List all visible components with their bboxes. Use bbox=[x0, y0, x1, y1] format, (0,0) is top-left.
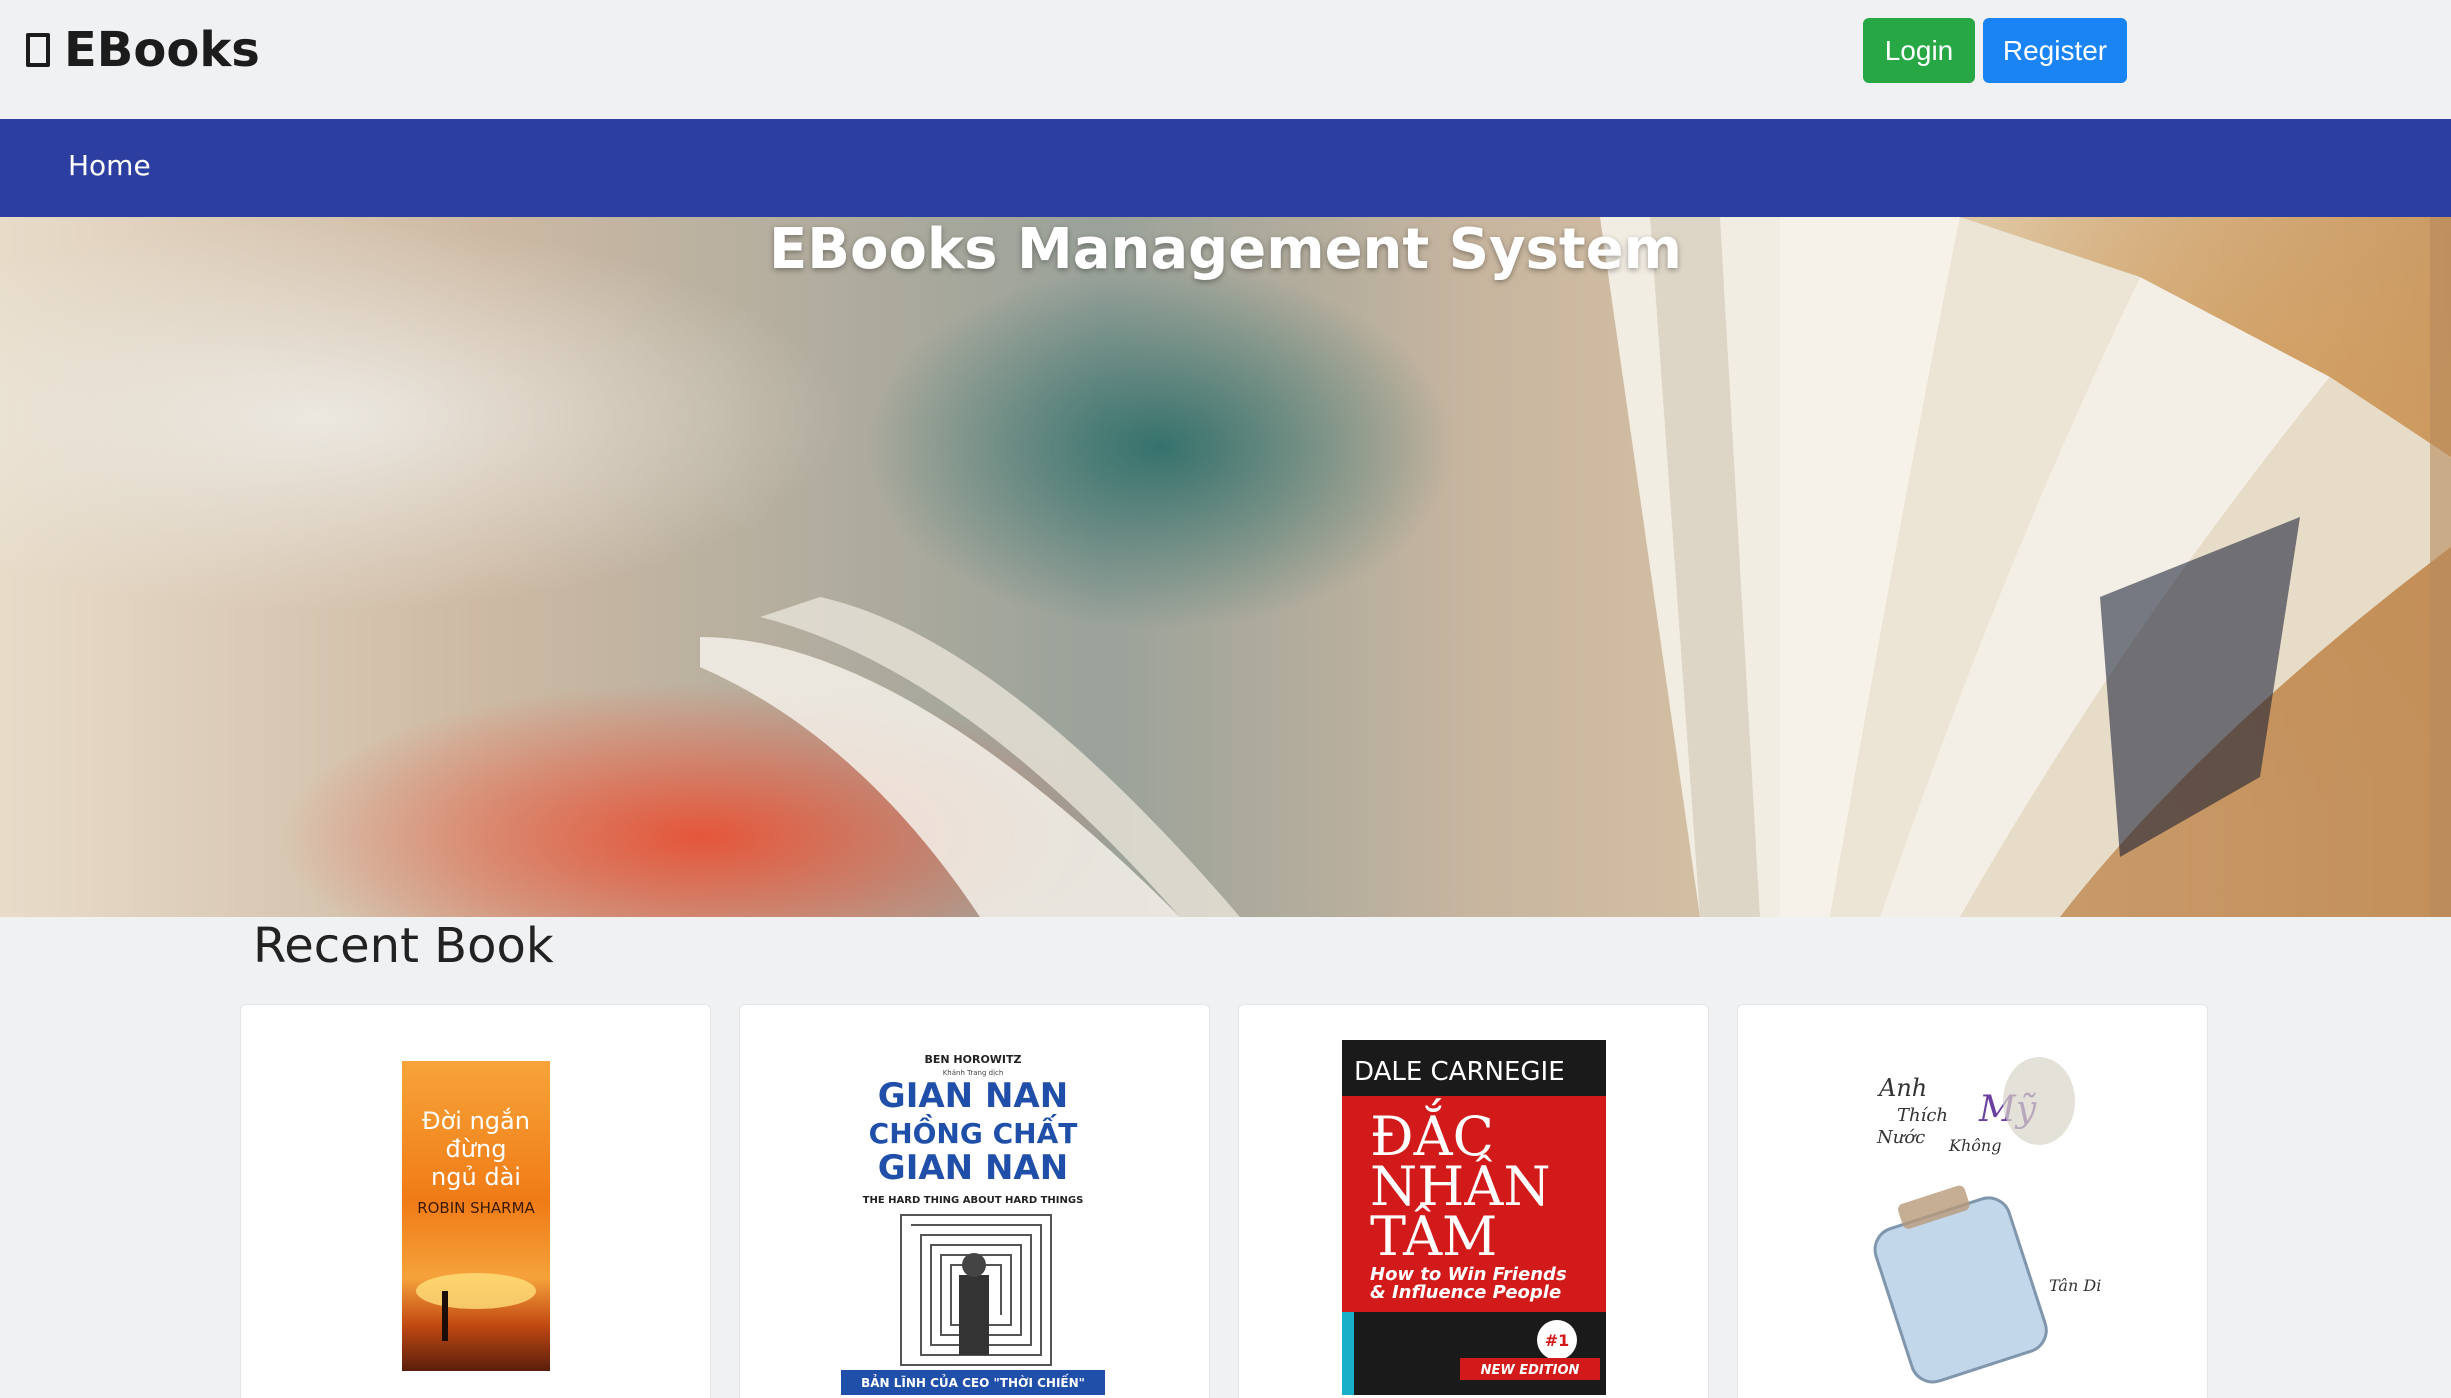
svg-text:GIAN NAN: GIAN NAN bbox=[878, 1076, 1068, 1116]
svg-text:Không: Không bbox=[1948, 1136, 2001, 1155]
svg-text:Đời ngắn: Đời ngắn bbox=[422, 1106, 530, 1135]
svg-text:Anh: Anh bbox=[1877, 1074, 1927, 1102]
main-navbar: Home bbox=[0, 119, 2451, 217]
book-cover-3[interactable]: DALE CARNEGIE ĐẮC NHÂN TÂM How to Win Fr… bbox=[1342, 1040, 1606, 1395]
login-button[interactable]: Login bbox=[1863, 18, 1975, 83]
book-card[interactable]: Đời ngắn đừng ngủ dài ROBIN SHARMA bbox=[240, 1004, 711, 1398]
book-card[interactable]: DALE CARNEGIE ĐẮC NHÂN TÂM How to Win Fr… bbox=[1238, 1004, 1709, 1398]
svg-text:đừng: đừng bbox=[446, 1135, 507, 1163]
hero-title: EBooks Management System bbox=[769, 217, 1682, 282]
book-cover-1[interactable]: Đời ngắn đừng ngủ dài ROBIN SHARMA bbox=[402, 1061, 550, 1371]
book-cover-4[interactable]: Anh Thích Nước Mỹ Không Tân Di Ổ bbox=[1839, 1041, 2105, 1391]
svg-text:GIAN NAN: GIAN NAN bbox=[878, 1148, 1068, 1188]
book-card[interactable]: Anh Thích Nước Mỹ Không Tân Di Ổ bbox=[1737, 1004, 2208, 1398]
svg-text:ngủ dài: ngủ dài bbox=[431, 1163, 521, 1191]
svg-text:CHỒNG CHẤT: CHỒNG CHẤT bbox=[869, 1112, 1078, 1150]
svg-text:BEN HOROWITZ: BEN HOROWITZ bbox=[924, 1053, 1021, 1066]
hero-banner: EBooks Management System bbox=[0, 217, 2451, 917]
brand-title: EBooks bbox=[64, 22, 260, 78]
svg-text:Thích: Thích bbox=[1897, 1105, 1948, 1126]
svg-text:TÂM: TÂM bbox=[1370, 1204, 1497, 1268]
svg-text:NEW EDITION: NEW EDITION bbox=[1481, 1363, 1580, 1378]
register-button[interactable]: Register bbox=[1983, 18, 2127, 83]
top-header: EBooks Login Register bbox=[0, 0, 2451, 119]
book-card[interactable]: BEN HOROWITZ Khánh Trang dịch GIAN NAN C… bbox=[739, 1004, 1210, 1398]
brand[interactable]: EBooks bbox=[26, 22, 260, 78]
svg-text:ROBIN SHARMA: ROBIN SHARMA bbox=[417, 1199, 535, 1217]
svg-text:DALE CARNEGIE: DALE CARNEGIE bbox=[1354, 1057, 1565, 1087]
svg-text:Nước: Nước bbox=[1876, 1127, 1925, 1148]
svg-text:#1: #1 bbox=[1545, 1331, 1570, 1350]
nav-item-home[interactable]: Home bbox=[68, 149, 151, 182]
book-icon bbox=[26, 33, 50, 67]
book-cover-2[interactable]: BEN HOROWITZ Khánh Trang dịch GIAN NAN C… bbox=[841, 1045, 1105, 1395]
svg-text:THE HARD THING ABOUT HARD THIN: THE HARD THING ABOUT HARD THINGS bbox=[863, 1195, 1084, 1206]
svg-text:Tân Di Ổ: Tân Di Ổ bbox=[2049, 1272, 2105, 1295]
recent-book-heading: Recent Book bbox=[253, 918, 554, 974]
hero-book-pages-image bbox=[700, 217, 2451, 917]
svg-text:& Influence People: & Influence People bbox=[1370, 1282, 1561, 1303]
svg-text:BẢN LĨNH CỦA CEO "THỜI CHIẾN": BẢN LĨNH CỦA CEO "THỜI CHIẾN" bbox=[861, 1374, 1085, 1390]
